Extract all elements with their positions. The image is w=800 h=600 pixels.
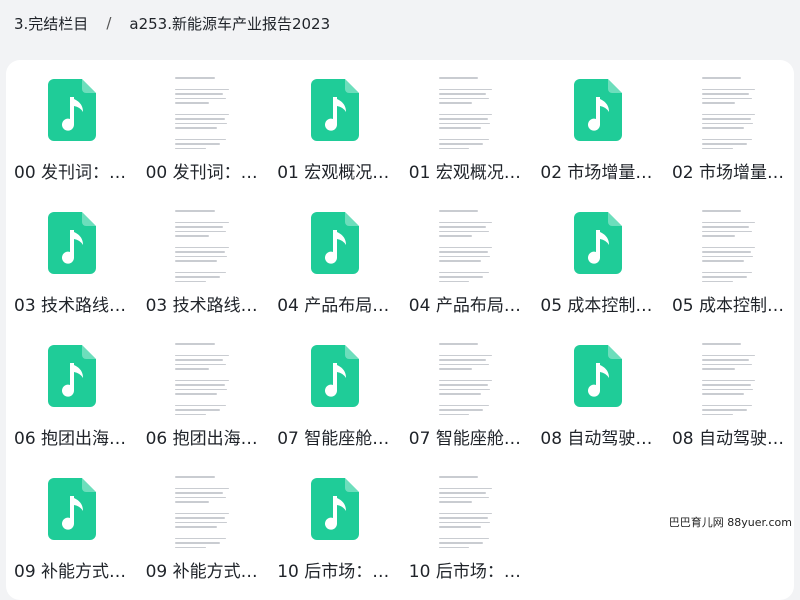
music-file-icon xyxy=(574,345,623,407)
file-name-label: 00 发刊词：… xyxy=(145,163,258,183)
document-file-tile[interactable]: 05 成本控制… xyxy=(664,197,796,330)
file-name-label: 03 技术路线… xyxy=(14,296,127,316)
file-name-label: 04 产品布局… xyxy=(277,296,390,316)
document-preview-icon xyxy=(432,202,501,284)
music-file-icon xyxy=(47,212,96,274)
file-name-label: 04 产品布局… xyxy=(408,296,521,316)
audio-file-tile[interactable]: 05 成本控制… xyxy=(532,197,664,330)
file-thumbnail[interactable] xyxy=(6,330,138,422)
document-preview-icon xyxy=(695,69,764,151)
file-thumbnail[interactable] xyxy=(269,330,401,422)
file-thumbnail[interactable] xyxy=(269,64,401,156)
file-name-label: 06 抱团出海… xyxy=(14,429,127,449)
music-file-icon xyxy=(574,212,623,274)
audio-file-tile[interactable]: 04 产品布局… xyxy=(269,197,401,330)
file-name-label: 02 市场增量… xyxy=(671,163,785,183)
audio-file-tile[interactable]: 07 智能座舱… xyxy=(269,330,401,463)
file-name-label: 05 成本控制… xyxy=(540,296,653,316)
file-thumbnail[interactable] xyxy=(138,197,270,289)
music-file-icon xyxy=(47,345,96,407)
audio-file-tile[interactable]: 01 宏观概况… xyxy=(269,64,401,197)
document-file-tile[interactable]: 02 市场增量… xyxy=(664,64,796,197)
document-preview-icon xyxy=(169,69,238,151)
file-name-label: 09 补能方式… xyxy=(145,562,258,582)
file-thumbnail[interactable] xyxy=(401,197,533,289)
file-thumbnail[interactable] xyxy=(401,64,533,156)
music-file-icon xyxy=(47,478,96,540)
file-thumbnail[interactable] xyxy=(269,197,401,289)
music-file-icon xyxy=(574,79,623,141)
document-file-tile[interactable]: 07 智能座舱… xyxy=(401,330,533,463)
music-file-icon xyxy=(47,79,96,141)
document-preview-icon xyxy=(432,468,501,550)
music-file-icon xyxy=(310,478,359,540)
music-file-icon xyxy=(310,212,359,274)
audio-file-tile[interactable]: 00 发刊词：… xyxy=(6,64,138,197)
document-preview-icon xyxy=(695,335,764,417)
file-name-label: 09 补能方式… xyxy=(14,562,127,582)
document-file-tile[interactable]: 01 宏观概况… xyxy=(401,64,533,197)
file-name-label: 03 技术路线… xyxy=(145,296,258,316)
audio-file-tile[interactable]: 10 后市场：… xyxy=(269,463,401,596)
file-thumbnail[interactable] xyxy=(664,64,796,156)
file-thumbnail[interactable] xyxy=(269,463,401,555)
document-file-tile[interactable]: 10 后市场：… xyxy=(401,463,533,596)
document-preview-icon xyxy=(432,69,501,151)
audio-file-tile[interactable]: 08 自动驾驶… xyxy=(532,330,664,463)
file-thumbnail[interactable] xyxy=(532,64,664,156)
file-name-label: 07 智能座舱… xyxy=(277,429,390,449)
file-thumbnail[interactable] xyxy=(138,463,270,555)
file-name-label: 02 市场增量… xyxy=(540,163,653,183)
file-name-label: 10 后市场：… xyxy=(408,562,521,582)
document-preview-icon xyxy=(695,202,764,284)
file-name-label: 07 智能座舱… xyxy=(408,429,521,449)
file-thumbnail[interactable] xyxy=(401,463,533,555)
file-thumbnail[interactable] xyxy=(664,330,796,422)
file-thumbnail[interactable] xyxy=(138,330,270,422)
music-file-icon xyxy=(310,345,359,407)
document-file-tile[interactable]: 04 产品布局… xyxy=(401,197,533,330)
file-thumbnail[interactable] xyxy=(532,330,664,422)
document-file-tile[interactable]: 03 技术路线… xyxy=(138,197,270,330)
file-name-label: 00 发刊词：… xyxy=(14,163,127,183)
document-file-tile[interactable]: 00 发刊词：… xyxy=(138,64,270,197)
document-preview-icon xyxy=(169,335,238,417)
file-name-label: 08 自动驾驶… xyxy=(540,429,653,449)
breadcrumb: 3.完结栏目 / a253.新能源车产业报告2023 xyxy=(14,9,330,37)
file-thumbnail[interactable] xyxy=(6,463,138,555)
audio-file-tile[interactable]: 06 抱团出海… xyxy=(6,330,138,463)
breadcrumb-separator: / xyxy=(106,14,112,32)
audio-file-tile[interactable]: 09 补能方式… xyxy=(6,463,138,596)
document-file-tile[interactable]: 06 抱团出海… xyxy=(138,330,270,463)
file-name-label: 06 抱团出海… xyxy=(145,429,258,449)
watermark: 巴巴育儿网 88yuer.com xyxy=(668,514,792,530)
breadcrumb-parent-link[interactable]: 3.完结栏目 xyxy=(14,13,88,34)
audio-file-tile[interactable]: 03 技术路线… xyxy=(6,197,138,330)
file-thumbnail[interactable] xyxy=(532,197,664,289)
document-file-tile[interactable]: 09 补能方式… xyxy=(138,463,270,596)
file-thumbnail[interactable] xyxy=(401,330,533,422)
document-preview-icon xyxy=(169,202,238,284)
file-name-label: 10 后市场：… xyxy=(277,562,390,582)
document-file-tile[interactable]: 08 自动驾驶… xyxy=(664,330,796,463)
audio-file-tile[interactable]: 02 市场增量… xyxy=(532,64,664,197)
breadcrumb-current: a253.新能源车产业报告2023 xyxy=(129,14,331,33)
file-name-label: 08 自动驾驶… xyxy=(671,429,785,449)
file-thumbnail[interactable] xyxy=(664,197,796,289)
document-preview-icon xyxy=(432,335,501,417)
file-name-label: 05 成本控制… xyxy=(671,296,785,316)
music-file-icon xyxy=(310,79,359,141)
document-preview-icon xyxy=(169,468,238,550)
file-name-label: 01 宏观概况… xyxy=(277,163,390,183)
file-thumbnail[interactable] xyxy=(6,197,138,289)
file-thumbnail[interactable] xyxy=(6,64,138,156)
file-thumbnail[interactable] xyxy=(138,64,270,156)
file-name-label: 01 宏观概况… xyxy=(408,163,521,183)
